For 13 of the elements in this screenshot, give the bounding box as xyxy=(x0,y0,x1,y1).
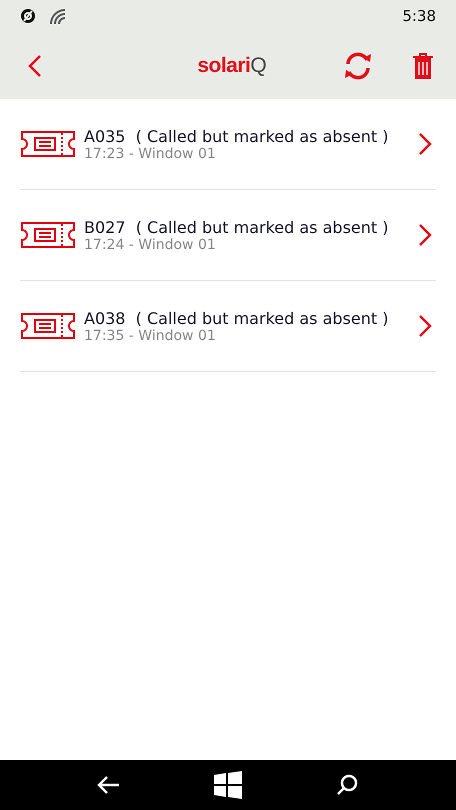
ticket-icon xyxy=(20,221,76,249)
ticket-title: A035 ( Called but marked as absent ) xyxy=(84,126,390,146)
ticket-detail: 17:24 - Window 01 xyxy=(84,236,217,252)
status-time: 5:38 xyxy=(402,7,436,25)
ticket-title: B027 ( Called but marked as absent ) xyxy=(84,218,390,236)
wifi-icon xyxy=(48,7,66,25)
ticket-detail: 17:23 - Window 01 xyxy=(84,146,217,162)
signal-status-icon xyxy=(20,7,38,25)
ticket-icon xyxy=(20,130,76,158)
ticket-title: A038 ( Called but marked as absent ) xyxy=(84,308,390,328)
ticket-detail: 17:35 - Window 01 xyxy=(84,328,217,344)
app-logo: solariQ xyxy=(196,53,268,78)
ticket-icon xyxy=(20,312,76,340)
